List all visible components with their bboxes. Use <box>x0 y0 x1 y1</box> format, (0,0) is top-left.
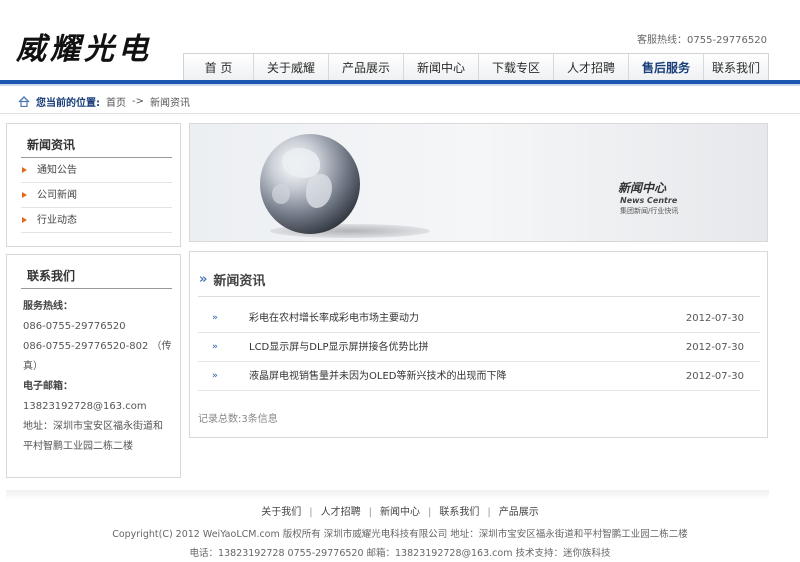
address-line-1: 地址：深圳市宝安区福永街道和 <box>23 421 163 432</box>
header-accent-bar-light <box>0 84 800 86</box>
sidebar-news-title: 新闻资讯 <box>21 136 172 158</box>
address-line-2: 平村智鹏工业园二栋二楼 <box>23 441 133 452</box>
hotline: 客服热线：0755-29776520 <box>637 31 767 46</box>
news-panel: » 新闻资讯 » 彩电在农村增长率成彩电市场主要动力 2012-07-30 » … <box>189 251 768 438</box>
nav-after-sales[interactable]: 售后服务 <box>629 54 704 82</box>
news-item-title[interactable]: LCD显示屏与DLP显示屏拼接各优势比拼 <box>249 333 429 362</box>
breadcrumb-home-link[interactable]: 首页 <box>106 94 126 109</box>
news-banner: 新闻中心 News Centre 集团新闻/行业快讯 <box>189 123 768 242</box>
arrow-bullet-icon <box>22 167 27 173</box>
arrow-bullet-icon <box>22 217 27 223</box>
breadcrumb-current: 新闻资讯 <box>150 98 190 109</box>
sidebar-news-box: 新闻资讯 通知公告 公司新闻 行业动态 <box>6 123 181 247</box>
news-divider <box>198 296 760 297</box>
footer-link-contact[interactable]: 联系我们 <box>439 507 479 518</box>
news-heading-text: 新闻资讯 <box>213 274 266 289</box>
banner-title: 新闻中心 <box>618 181 667 195</box>
bullet-icon: » <box>212 342 218 352</box>
hotline-label: 客服热线： <box>637 35 688 46</box>
fax-number: 086-0755-29776520-802 （传 <box>23 341 172 352</box>
double-chevron-icon: » <box>199 272 208 287</box>
sidebar-item-notices[interactable]: 通知公告 <box>21 158 172 183</box>
main-nav: 首 页 关于威耀 产品展示 新闻中心 下载专区 人才招聘 售后服务 联系我们 <box>183 53 769 82</box>
news-item[interactable]: » 彩电在农村增长率成彩电市场主要动力 2012-07-30 <box>198 304 760 333</box>
nav-products[interactable]: 产品展示 <box>329 54 404 82</box>
nav-home[interactable]: 首 页 <box>184 54 254 82</box>
footer-link-jobs[interactable]: 人才招聘 <box>321 507 361 518</box>
news-item-date: 2012-07-30 <box>685 313 744 324</box>
news-item-date: 2012-07-30 <box>685 371 744 382</box>
breadcrumb-arrow: -> <box>132 96 144 107</box>
news-item-date: 2012-07-30 <box>685 342 744 353</box>
news-heading: » 新闻资讯 <box>199 270 265 289</box>
nav-news[interactable]: 新闻中心 <box>404 54 479 82</box>
site-header: 威耀光电 客服热线：0755-29776520 首 页 关于威耀 产品展示 新闻… <box>0 0 800 88</box>
nav-jobs[interactable]: 人才招聘 <box>554 54 629 82</box>
nav-about[interactable]: 关于威耀 <box>254 54 329 82</box>
email-address[interactable]: 13823192728@163.com <box>23 397 172 417</box>
news-item[interactable]: » 液晶屏电视销售量并未因为OLED等新兴技术的出现而下降 2012-07-30 <box>198 362 760 391</box>
home-icon <box>18 96 30 108</box>
fax-number-cont: 真） <box>23 361 43 372</box>
phone-number: 086-0755-29776520 <box>23 321 126 332</box>
hotline-number: 0755-29776520 <box>687 35 767 46</box>
globe-image <box>260 134 360 234</box>
breadcrumb: 您当前的位置: 首页 -> 新闻资讯 <box>18 94 190 109</box>
nav-contact[interactable]: 联系我们 <box>704 54 768 82</box>
news-item-title[interactable]: 彩电在农村增长率成彩电市场主要动力 <box>249 304 419 333</box>
banner-subtitle: 集团新闻/行业快讯 <box>620 207 679 215</box>
arrow-bullet-icon <box>22 192 27 198</box>
sidebar-contact-title: 联系我们 <box>21 267 172 289</box>
sidebar-contact-box: 联系我们 服务热线： 086-0755-29776520 086-0755-29… <box>6 254 181 478</box>
footer-contact: 电话：13823192728 0755-29776520 邮箱：13823192… <box>189 548 611 559</box>
footer-links: 关于我们 | 人才招聘 | 新闻中心 | 联系我们 | 产品展示 <box>261 507 539 518</box>
sidebar-item-company-news[interactable]: 公司新闻 <box>21 183 172 208</box>
footer-divider <box>6 490 769 500</box>
news-list: » 彩电在农村增长率成彩电市场主要动力 2012-07-30 » LCD显示屏与… <box>198 304 760 391</box>
footer-copyright: Copyright(C) 2012 WeiYaoLCM.com 版权所有 深圳市… <box>112 529 688 540</box>
breadcrumb-divider <box>0 113 800 114</box>
contact-info: 服务热线： 086-0755-29776520 086-0755-2977652… <box>23 297 172 457</box>
footer-link-products[interactable]: 产品展示 <box>499 507 539 518</box>
footer-link-about[interactable]: 关于我们 <box>261 507 301 518</box>
record-count: 记录总数:3条信息 <box>198 414 278 425</box>
service-hotline-label: 服务热线： <box>23 301 73 312</box>
sidebar-item-industry-news[interactable]: 行业动态 <box>21 208 172 233</box>
news-item[interactable]: » LCD显示屏与DLP显示屏拼接各优势比拼 2012-07-30 <box>198 333 760 362</box>
footer-link-news[interactable]: 新闻中心 <box>380 507 420 518</box>
banner-title-en: News Centre <box>620 196 678 205</box>
breadcrumb-label: 您当前的位置: <box>36 98 100 109</box>
nav-downloads[interactable]: 下载专区 <box>479 54 554 82</box>
news-item-title[interactable]: 液晶屏电视销售量并未因为OLED等新兴技术的出现而下降 <box>249 362 506 391</box>
bullet-icon: » <box>212 313 218 323</box>
sidebar-news-list: 通知公告 公司新闻 行业动态 <box>21 158 172 233</box>
bullet-icon: » <box>212 371 218 381</box>
site-logo[interactable]: 威耀光电 <box>16 24 152 68</box>
email-label: 电子邮箱： <box>23 381 73 392</box>
